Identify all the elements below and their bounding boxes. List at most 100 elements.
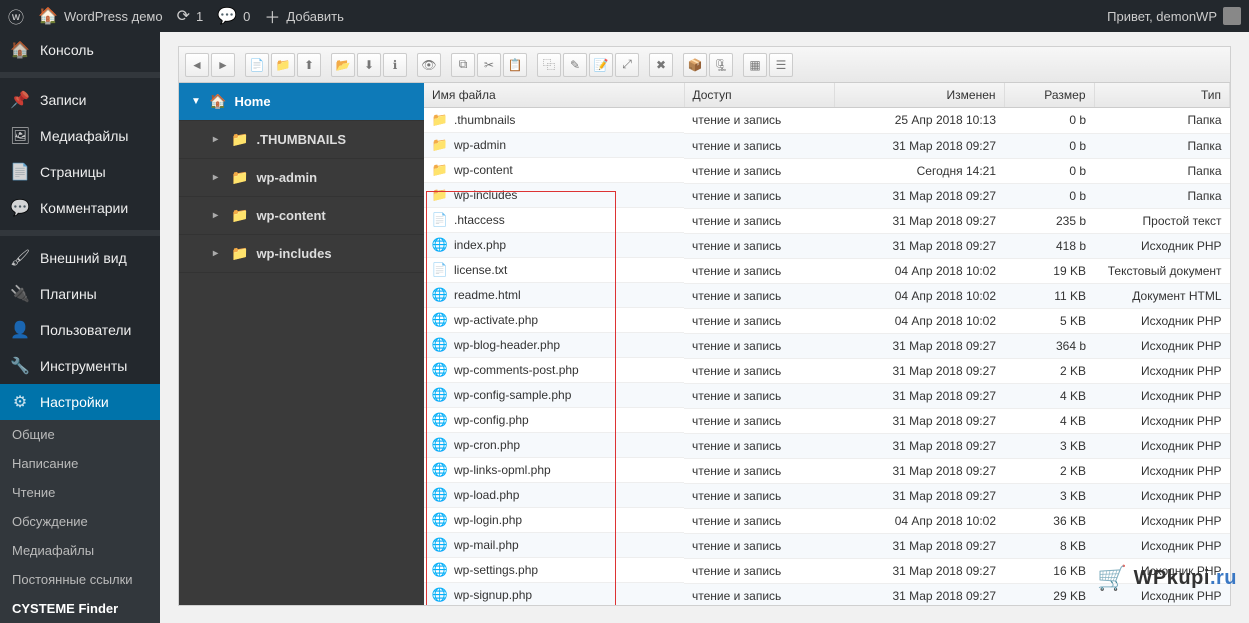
table-row[interactable]: 📁.thumbnailsчтение и запись25 Апр 2018 1… [424,108,1230,134]
file-icon: 🌐 [432,287,448,303]
tree-node-2[interactable]: ▸📁wp-admin [179,159,424,197]
extract-button[interactable]: 📦 [683,53,707,77]
menu-label: Плагины [40,286,97,302]
table-row[interactable]: 🌐wp-login.phpчтение и запись04 Апр 2018 … [424,508,1230,533]
file-access: чтение и запись [684,183,834,208]
table-row[interactable]: 🌐readme.htmlчтение и запись04 Апр 2018 1… [424,283,1230,308]
new-folder-button[interactable]: 📁 [271,53,295,77]
info-button[interactable]: ℹ [383,53,407,77]
sidebar-sub-3[interactable]: Обсуждение [0,507,160,536]
add-new[interactable]: ＋Добавить [264,4,343,28]
sidebar-item-2[interactable]: 🖼Медиафайлы [0,118,160,154]
file-icon: 📄 [432,212,448,228]
table-row[interactable]: 🌐wp-activate.phpчтение и запись04 Апр 20… [424,308,1230,333]
cut-button[interactable]: ✂ [477,53,501,77]
file-size: 8 KB [1004,533,1094,558]
file-icon: 🌐 [432,312,448,328]
file-size: 19 KB [1004,258,1094,283]
table-row[interactable]: 📄license.txtчтение и запись04 Апр 2018 1… [424,258,1230,283]
sidebar-item-3[interactable]: 📄Страницы [0,154,160,190]
table-row[interactable]: 🌐wp-blog-header.phpчтение и запись31 Мар… [424,333,1230,358]
tree-node-3[interactable]: ▸📁wp-content [179,197,424,235]
preview-button[interactable]: 👁 [417,53,441,77]
sidebar-item-4[interactable]: 💬Комментарии [0,190,160,226]
nav-back-button[interactable]: ◄ [185,53,209,77]
sidebar-sub-5[interactable]: Постоянные ссылки [0,565,160,594]
table-row[interactable]: 🌐wp-load.phpчтение и запись31 Мар 2018 0… [424,483,1230,508]
tree-node-1[interactable]: ▸📁.THUMBNAILS [179,121,424,159]
sidebar-sub-6[interactable]: CYSTEME Finder [0,594,160,623]
folder-icon: 📁 [231,245,248,262]
sidebar-sub-1[interactable]: Написание [0,449,160,478]
tree-node-4[interactable]: ▸📁wp-includes [179,235,424,273]
file-name: wp-blog-header.php [454,338,560,352]
col-size[interactable]: Размер [1004,83,1094,108]
col-name[interactable]: Имя файла [424,83,684,108]
menu-icon: 🖼 [10,126,30,146]
file-modified: 31 Мар 2018 09:27 [834,408,1004,433]
file-modified: 04 Апр 2018 10:02 [834,508,1004,533]
file-size: 2 KB [1004,358,1094,383]
file-name: wp-signup.php [454,588,532,602]
table-row[interactable]: 🌐wp-mail.phpчтение и запись31 Мар 2018 0… [424,533,1230,558]
archive-button[interactable]: 🗜 [709,53,733,77]
table-row[interactable]: 🌐wp-cron.phpчтение и запись31 Мар 2018 0… [424,433,1230,458]
sidebar-sub-4[interactable]: Медиафайлы [0,536,160,565]
table-row[interactable]: 🌐wp-comments-post.phpчтение и запись31 М… [424,358,1230,383]
updates[interactable]: ⟳1 [177,6,204,26]
upload-button[interactable]: ⬆ [297,53,321,77]
table-row[interactable]: 📁wp-contentчтение и записьСегодня 14:210… [424,158,1230,183]
sidebar-item-1[interactable]: 📌Записи [0,82,160,118]
file-type: Исходник PHP [1094,408,1230,433]
table-row[interactable]: 🌐wp-config.phpчтение и запись31 Мар 2018… [424,408,1230,433]
sidebar-sub-2[interactable]: Чтение [0,478,160,507]
nav-forward-button[interactable]: ► [211,53,235,77]
download-button[interactable]: ⬇ [357,53,381,77]
sidebar-sub-0[interactable]: Общие [0,420,160,449]
edit-button[interactable]: 📝 [589,53,613,77]
comments[interactable]: 💬0 [217,6,250,26]
copy-button[interactable]: ⧉ [451,53,475,77]
view-list-button[interactable]: ☰ [769,53,793,77]
rename-button[interactable]: ✎ [563,53,587,77]
view-icons-button[interactable]: ▦ [743,53,767,77]
delete-button[interactable]: ✖ [649,53,673,77]
table-row[interactable]: 🌐wp-config-sample.phpчтение и запись31 М… [424,383,1230,408]
folder-icon: 🏠 [209,93,226,110]
resize-button[interactable]: ⤢ [615,53,639,77]
file-size: 3 KB [1004,433,1094,458]
site-name[interactable]: 🏠WordPress демо [38,6,163,26]
sidebar-item-7[interactable]: 👤Пользователи [0,312,160,348]
duplicate-button[interactable]: ⿻ [537,53,561,77]
paste-button[interactable]: 📋 [503,53,527,77]
table-row[interactable]: 🌐index.phpчтение и запись31 Мар 2018 09:… [424,233,1230,258]
table-row[interactable]: 🌐wp-links-opml.phpчтение и запись31 Мар … [424,458,1230,483]
tree-caret-icon: ▼ [191,96,201,107]
sidebar-item-8[interactable]: 🔧Инструменты [0,348,160,384]
col-access[interactable]: Доступ [684,83,834,108]
table-row[interactable]: 📁wp-adminчтение и запись31 Мар 2018 09:2… [424,133,1230,158]
table-row[interactable]: 📁wp-includesчтение и запись31 Мар 2018 0… [424,183,1230,208]
open-button[interactable]: 📂 [331,53,355,77]
file-type: Папка [1094,133,1230,158]
new-file-button[interactable]: 📄 [245,53,269,77]
sidebar-item-9[interactable]: ⚙Настройки [0,384,160,420]
tree-caret-icon: ▸ [213,172,223,183]
col-type[interactable]: Тип [1094,83,1230,108]
col-modified[interactable]: Изменен [834,83,1004,108]
file-icon: 🌐 [432,587,448,603]
menu-label: Комментарии [40,200,128,216]
wp-logo[interactable]: ⓦ [8,4,24,28]
file-name: wp-config.php [454,413,529,427]
file-size: 3 KB [1004,483,1094,508]
file-size: 0 b [1004,108,1094,134]
sidebar-item-5[interactable]: 🖌Внешний вид [0,240,160,276]
table-row[interactable]: 📄.htaccessчтение и запись31 Мар 2018 09:… [424,208,1230,233]
user-greeting[interactable]: Привет, demonWP [1107,7,1241,25]
tree-node-0[interactable]: ▼🏠Home [179,83,424,121]
file-size: 2 KB [1004,458,1094,483]
file-modified: Сегодня 14:21 [834,158,1004,183]
tree-label: wp-admin [256,170,317,185]
sidebar-item-0[interactable]: 🏠Консоль [0,32,160,68]
sidebar-item-6[interactable]: 🔌Плагины [0,276,160,312]
